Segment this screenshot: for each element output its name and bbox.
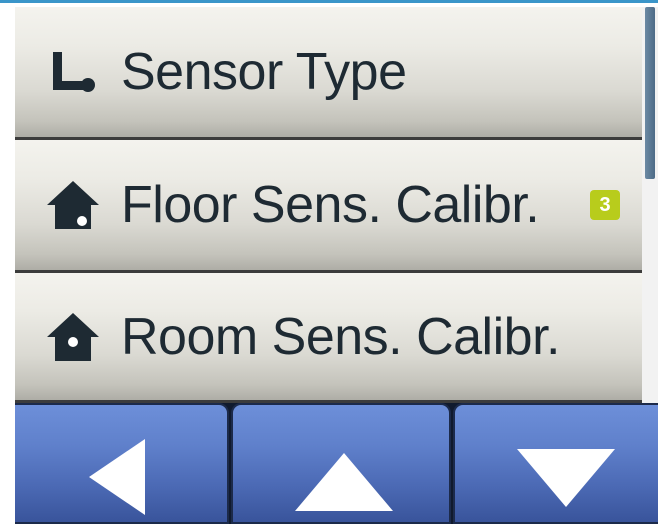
thermostat-screen: Sensor Type Floor Sens. Calibr. 3 Room S…	[15, 7, 658, 524]
scroll-down-button[interactable]	[453, 403, 658, 524]
menu-item-sensor-type[interactable]: Sensor Type	[15, 7, 642, 140]
menu-item-label: Sensor Type	[121, 43, 407, 101]
navigation-bar	[15, 403, 658, 524]
menu-item-label: Room Sens. Calibr.	[121, 307, 560, 366]
menu-item-floor-sensor-calibration[interactable]: Floor Sens. Calibr. 3	[15, 140, 642, 273]
menu-item-label: Floor Sens. Calibr.	[121, 176, 540, 234]
menu-scrollbar[interactable]	[642, 7, 658, 403]
house-floor-sensor-icon	[47, 181, 99, 229]
settings-menu-list: Sensor Type Floor Sens. Calibr. 3 Room S…	[15, 7, 642, 403]
top-accent-strip	[0, 0, 658, 7]
down-arrow-icon	[517, 449, 615, 507]
scrollbar-thumb[interactable]	[645, 7, 655, 179]
house-room-sensor-icon	[47, 312, 99, 361]
level-badge: 3	[590, 190, 620, 220]
left-arrow-icon	[89, 439, 145, 515]
menu-item-room-sensor-calibration[interactable]: Room Sens. Calibr.	[15, 273, 642, 403]
back-button[interactable]	[15, 403, 229, 524]
up-arrow-icon	[295, 453, 393, 511]
scroll-up-button[interactable]	[231, 403, 451, 524]
sensor-probe-icon	[53, 52, 95, 92]
